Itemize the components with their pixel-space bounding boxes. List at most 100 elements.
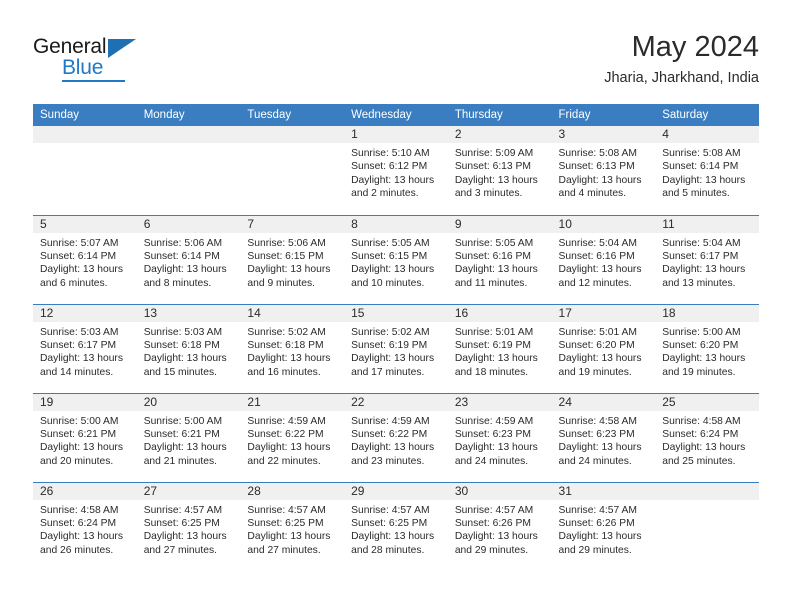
calendar-day-cell[interactable]: 19 Sunrise: 5:00 AM Sunset: 6:21 PM Dayligh… (33, 392, 137, 482)
daylight-duration-line1: Daylight: 13 hours (40, 442, 123, 454)
day-number: 31 (551, 482, 656, 500)
calendar-week-row: 12 Sunrise: 5:03 AM Sunset: 6:17 PM Dayligh… (33, 303, 759, 393)
weekday-header-tuesday: Tuesday (240, 104, 345, 126)
logo-text-blue: Blue (62, 56, 104, 79)
daylight-duration-line1: Daylight: 13 hours (662, 442, 746, 454)
weekday-header-sunday: Sunday (33, 104, 137, 126)
daylight-duration-line2: and 28 minutes. (351, 544, 425, 556)
sunset-time: Sunset: 6:14 PM (662, 161, 739, 173)
daylight-duration-line1: Daylight: 13 hours (143, 442, 227, 454)
sunset-time: Sunset: 6:14 PM (40, 250, 117, 262)
daylight-duration-line2: and 29 minutes. (558, 544, 632, 556)
calendar-day-cell[interactable]: 24 Sunrise: 4:58 AM Sunset: 6:23 PM Dayligh… (551, 392, 656, 482)
sunset-time: Sunset: 6:26 PM (454, 517, 531, 529)
calendar-day-cell[interactable]: 3 Sunrise: 5:08 AM Sunset: 6:13 PM Daylight… (551, 126, 656, 215)
calendar-day-cell[interactable]: 11 Sunrise: 5:04 AM Sunset: 6:17 PM Dayligh… (655, 214, 759, 304)
sunset-time: Sunset: 6:16 PM (454, 250, 531, 262)
sunrise-time: Sunrise: 4:58 AM (558, 415, 637, 427)
weekday-header-friday: Friday (551, 104, 656, 126)
day-number: 18 (655, 304, 759, 322)
sunrise-time: Sunrise: 4:59 AM (454, 415, 534, 427)
weekday-header-wednesday: Wednesday (344, 104, 448, 126)
day-number (33, 126, 137, 143)
sunset-time: Sunset: 6:18 PM (143, 339, 220, 351)
calendar-day-cell[interactable]: 27 Sunrise: 4:57 AM Sunset: 6:25 PM Dayligh… (136, 481, 241, 571)
calendar-day-cell[interactable]: 14 Sunrise: 5:02 AM Sunset: 6:18 PM Dayligh… (240, 303, 345, 393)
day-number: 20 (136, 393, 241, 411)
day-number: 1 (344, 126, 448, 143)
calendar-day-cell[interactable]: 13 Sunrise: 5:03 AM Sunset: 6:18 PM Dayligh… (136, 303, 241, 393)
calendar-day-cell[interactable]: 10 Sunrise: 5:04 AM Sunset: 6:16 PM Dayligh… (551, 214, 656, 304)
calendar-day-cell[interactable]: 20 Sunrise: 5:00 AM Sunset: 6:21 PM Dayligh… (136, 392, 241, 482)
day-number (240, 126, 345, 143)
calendar-day-cell[interactable]: 9 Sunrise: 5:05 AM Sunset: 6:16 PM Daylight… (447, 214, 552, 304)
day-number: 26 (33, 482, 137, 500)
sunrise-time: Sunrise: 5:00 AM (143, 415, 223, 427)
calendar-day-cell[interactable]: 22 Sunrise: 4:59 AM Sunset: 6:22 PM Dayligh… (344, 392, 448, 482)
day-details: Sunrise: 5:01 AM Sunset: 6:20 PM Daylight:… (552, 322, 656, 380)
daylight-duration-line1: Daylight: 13 hours (40, 264, 123, 276)
logo-underline (62, 80, 125, 82)
daylight-duration-line1: Daylight: 13 hours (143, 531, 227, 543)
calendar-day-cell[interactable]: 29 Sunrise: 4:57 AM Sunset: 6:25 PM Dayligh… (344, 481, 448, 571)
calendar-day-cell[interactable]: 8 Sunrise: 5:05 AM Sunset: 6:15 PM Daylight… (344, 214, 448, 304)
calendar-day-cell[interactable]: 4 Sunrise: 5:08 AM Sunset: 6:14 PM Daylight… (655, 126, 759, 215)
calendar-day-cell[interactable]: 12 Sunrise: 5:03 AM Sunset: 6:17 PM Dayligh… (33, 303, 137, 393)
day-number: 16 (447, 304, 552, 322)
daylight-duration-line2: and 24 minutes. (454, 455, 529, 467)
day-details: Sunrise: 5:10 AM Sunset: 6:12 PM Daylight:… (344, 143, 448, 201)
daylight-duration-line2: and 9 minutes. (247, 277, 315, 289)
day-details: Sunrise: 4:57 AM Sunset: 6:25 PM Daylight:… (344, 500, 448, 558)
daylight-duration-line2: and 6 minutes. (40, 277, 108, 289)
day-details: Sunrise: 5:00 AM Sunset: 6:21 PM Daylight:… (137, 411, 241, 469)
day-number: 6 (136, 215, 241, 233)
sunset-time: Sunset: 6:12 PM (351, 161, 428, 173)
calendar-day-cell[interactable]: 18 Sunrise: 5:00 AM Sunset: 6:20 PM Dayligh… (655, 303, 759, 393)
day-number: 9 (447, 215, 552, 233)
sunrise-time: Sunrise: 5:07 AM (40, 237, 119, 249)
day-number: 8 (344, 215, 448, 233)
daylight-duration-line1: Daylight: 13 hours (662, 353, 746, 365)
calendar-day-cell[interactable]: 6 Sunrise: 5:06 AM Sunset: 6:14 PM Daylight… (136, 214, 241, 304)
daylight-duration-line2: and 15 minutes. (143, 366, 217, 378)
day-details: Sunrise: 4:59 AM Sunset: 6:22 PM Daylight:… (344, 411, 448, 469)
sunrise-time: Sunrise: 5:10 AM (351, 148, 430, 159)
day-details: Sunrise: 5:02 AM Sunset: 6:18 PM Daylight:… (240, 322, 344, 380)
sunset-time: Sunset: 6:13 PM (454, 161, 531, 173)
page-subtitle: Jharia, Jharkhand, India (604, 70, 759, 86)
calendar-day-cell[interactable]: 7 Sunrise: 5:06 AM Sunset: 6:15 PM Daylight… (240, 214, 345, 304)
day-number: 14 (240, 304, 345, 322)
calendar-day-cell[interactable]: 15 Sunrise: 5:02 AM Sunset: 6:19 PM Dayligh… (344, 303, 448, 393)
calendar-day-cell[interactable]: 5 Sunrise: 5:07 AM Sunset: 6:14 PM Daylight… (33, 214, 137, 304)
sunset-time: Sunset: 6:23 PM (558, 428, 635, 440)
day-details: Sunrise: 4:57 AM Sunset: 6:25 PM Daylight:… (240, 500, 344, 558)
daylight-duration-line1: Daylight: 13 hours (558, 442, 642, 454)
calendar-day-cell[interactable]: 2 Sunrise: 5:09 AM Sunset: 6:13 PM Daylight… (447, 126, 552, 215)
calendar-day-cell[interactable]: 30 Sunrise: 4:57 AM Sunset: 6:26 PM Dayligh… (447, 481, 552, 571)
day-details: Sunrise: 5:01 AM Sunset: 6:19 PM Daylight:… (448, 322, 552, 380)
calendar-day-cell[interactable]: 31 Sunrise: 4:57 AM Sunset: 6:26 PM Dayligh… (551, 481, 656, 571)
general-blue-logo[interactable]: General Blue (33, 36, 163, 88)
daylight-duration-line1: Daylight: 13 hours (662, 264, 746, 276)
calendar-day-cell[interactable]: 1 Sunrise: 5:10 AM Sunset: 6:12 PM Daylight… (344, 126, 448, 215)
daylight-duration-line2: and 23 minutes. (351, 455, 425, 467)
calendar-day-cell[interactable]: 26 Sunrise: 4:58 AM Sunset: 6:24 PM Dayligh… (33, 481, 137, 571)
day-number: 24 (551, 393, 656, 411)
sunrise-time: Sunrise: 5:00 AM (40, 415, 119, 427)
day-number (136, 126, 241, 143)
sunset-time: Sunset: 6:24 PM (40, 517, 117, 529)
calendar-day-cell[interactable]: 17 Sunrise: 5:01 AM Sunset: 6:20 PM Dayligh… (551, 303, 656, 393)
sunset-time: Sunset: 6:15 PM (351, 250, 428, 262)
calendar-day-cell[interactable]: 23 Sunrise: 4:59 AM Sunset: 6:23 PM Dayligh… (447, 392, 552, 482)
day-number: 28 (240, 482, 345, 500)
day-details: Sunrise: 4:57 AM Sunset: 6:25 PM Daylight:… (137, 500, 241, 558)
calendar-day-cell[interactable]: 21 Sunrise: 4:59 AM Sunset: 6:22 PM Dayligh… (240, 392, 345, 482)
calendar-day-cell[interactable]: 16 Sunrise: 5:01 AM Sunset: 6:19 PM Dayligh… (447, 303, 552, 393)
sunrise-time: Sunrise: 5:02 AM (351, 326, 430, 338)
daylight-duration-line2: and 11 minutes. (454, 277, 528, 289)
calendar-day-cell[interactable]: 25 Sunrise: 4:58 AM Sunset: 6:24 PM Dayligh… (655, 392, 759, 482)
day-number: 25 (655, 393, 759, 411)
calendar-day-cell[interactable]: 28 Sunrise: 4:57 AM Sunset: 6:25 PM Dayligh… (240, 481, 345, 571)
day-number: 29 (344, 482, 448, 500)
daylight-duration-line1: Daylight: 13 hours (247, 264, 331, 276)
